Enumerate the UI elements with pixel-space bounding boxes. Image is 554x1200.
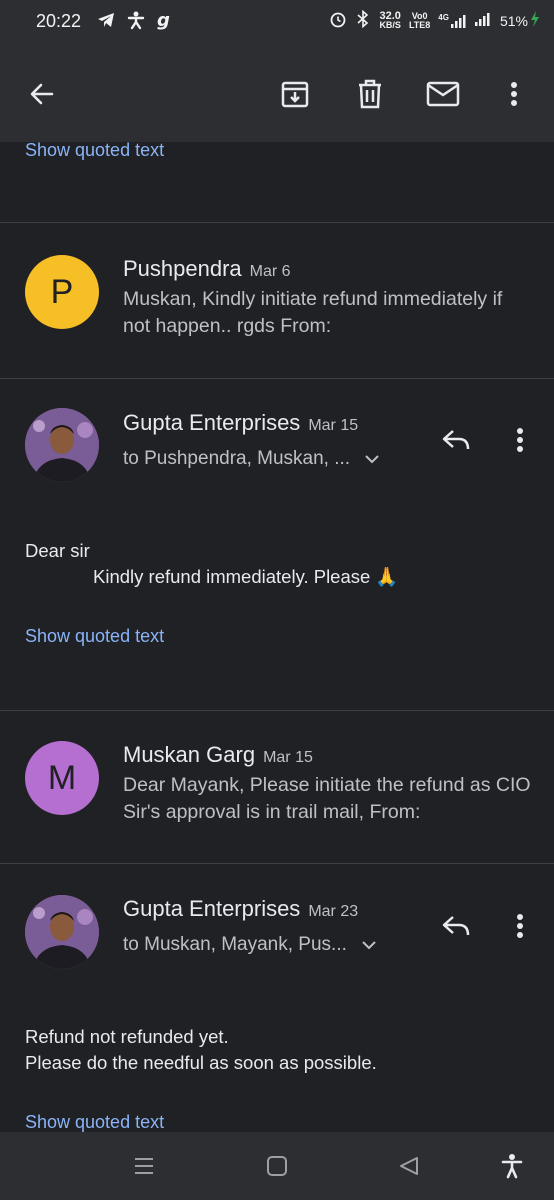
- avatar: P: [25, 255, 99, 329]
- delete-icon[interactable]: [350, 74, 390, 114]
- home-icon[interactable]: [257, 1146, 297, 1186]
- show-quoted-text-link[interactable]: Show quoted text: [25, 140, 164, 161]
- mark-unread-icon[interactable]: [423, 74, 463, 114]
- sender-name: Gupta Enterprises Mar 23: [123, 896, 359, 921]
- recipients-toggle[interactable]: to Muskan, Mayank, Pus...: [123, 934, 377, 956]
- status-time: 20:22: [36, 11, 82, 31]
- message-body: Dear sir Kindly refund immediately. Plea…: [25, 540, 399, 587]
- navigation-bar: [0, 1132, 554, 1200]
- sender-name: Muskan Garg Mar 15: [123, 742, 313, 767]
- avatar: [25, 895, 99, 969]
- status-bar: 20:22 g 32.0 KB/S Vo0 LTE8 4G 51%: [0, 0, 554, 46]
- g-app-icon: g: [156, 10, 172, 35]
- bluetooth-icon: [355, 9, 371, 31]
- divider: [0, 222, 554, 223]
- recipients-toggle[interactable]: to Pushpendra, Muskan, ...: [123, 448, 380, 470]
- reply-icon[interactable]: [436, 906, 476, 946]
- signal-icon: [474, 11, 492, 30]
- telegram-icon: [96, 10, 116, 35]
- sender-name: Gupta Enterprises Mar 15: [123, 410, 359, 435]
- archive-icon[interactable]: [275, 74, 315, 114]
- alarm-icon: [329, 10, 347, 31]
- more-vert-icon[interactable]: [494, 74, 534, 114]
- accessibility-icon[interactable]: [492, 1146, 532, 1186]
- sender-name: Pushpendra Mar 6: [123, 256, 291, 281]
- recent-apps-icon[interactable]: [124, 1146, 164, 1186]
- message-date: Mar 23: [308, 903, 359, 920]
- back-arrow-icon[interactable]: [22, 74, 62, 114]
- accessibility-person-icon: [126, 10, 146, 35]
- message-body: Refund not refunded yet. Please do the n…: [25, 1026, 377, 1073]
- battery-percent: 51%: [499, 12, 528, 29]
- signal-4g-icon: 4G: [438, 13, 466, 29]
- network-speed: 32.0 KB/S: [379, 9, 401, 30]
- avatar: [25, 408, 99, 482]
- divider: [0, 710, 554, 711]
- more-vert-icon[interactable]: [500, 906, 540, 946]
- message-date: Mar 15: [308, 417, 359, 434]
- reply-icon[interactable]: [436, 420, 476, 460]
- toolbar: [0, 46, 554, 142]
- divider: [0, 378, 554, 379]
- message-date: Mar 6: [249, 263, 291, 280]
- chevron-down-icon: [361, 940, 377, 950]
- volte-indicator: Vo0 LTE8: [408, 10, 431, 30]
- charging-icon: [530, 10, 540, 31]
- show-quoted-text-link[interactable]: Show quoted text: [25, 626, 164, 647]
- show-quoted-text-link[interactable]: Show quoted text: [25, 1112, 164, 1133]
- chevron-down-icon: [364, 454, 380, 464]
- svg-text:g: g: [157, 10, 170, 30]
- message-snippet: Dear Mayank, Please initiate the refund …: [123, 774, 531, 823]
- message-date: Mar 15: [263, 749, 313, 766]
- message-snippet: Muskan, Kindly initiate refund immediate…: [123, 288, 503, 337]
- divider: [0, 863, 554, 864]
- more-vert-icon[interactable]: [500, 420, 540, 460]
- avatar: M: [25, 741, 99, 815]
- back-icon[interactable]: [389, 1146, 429, 1186]
